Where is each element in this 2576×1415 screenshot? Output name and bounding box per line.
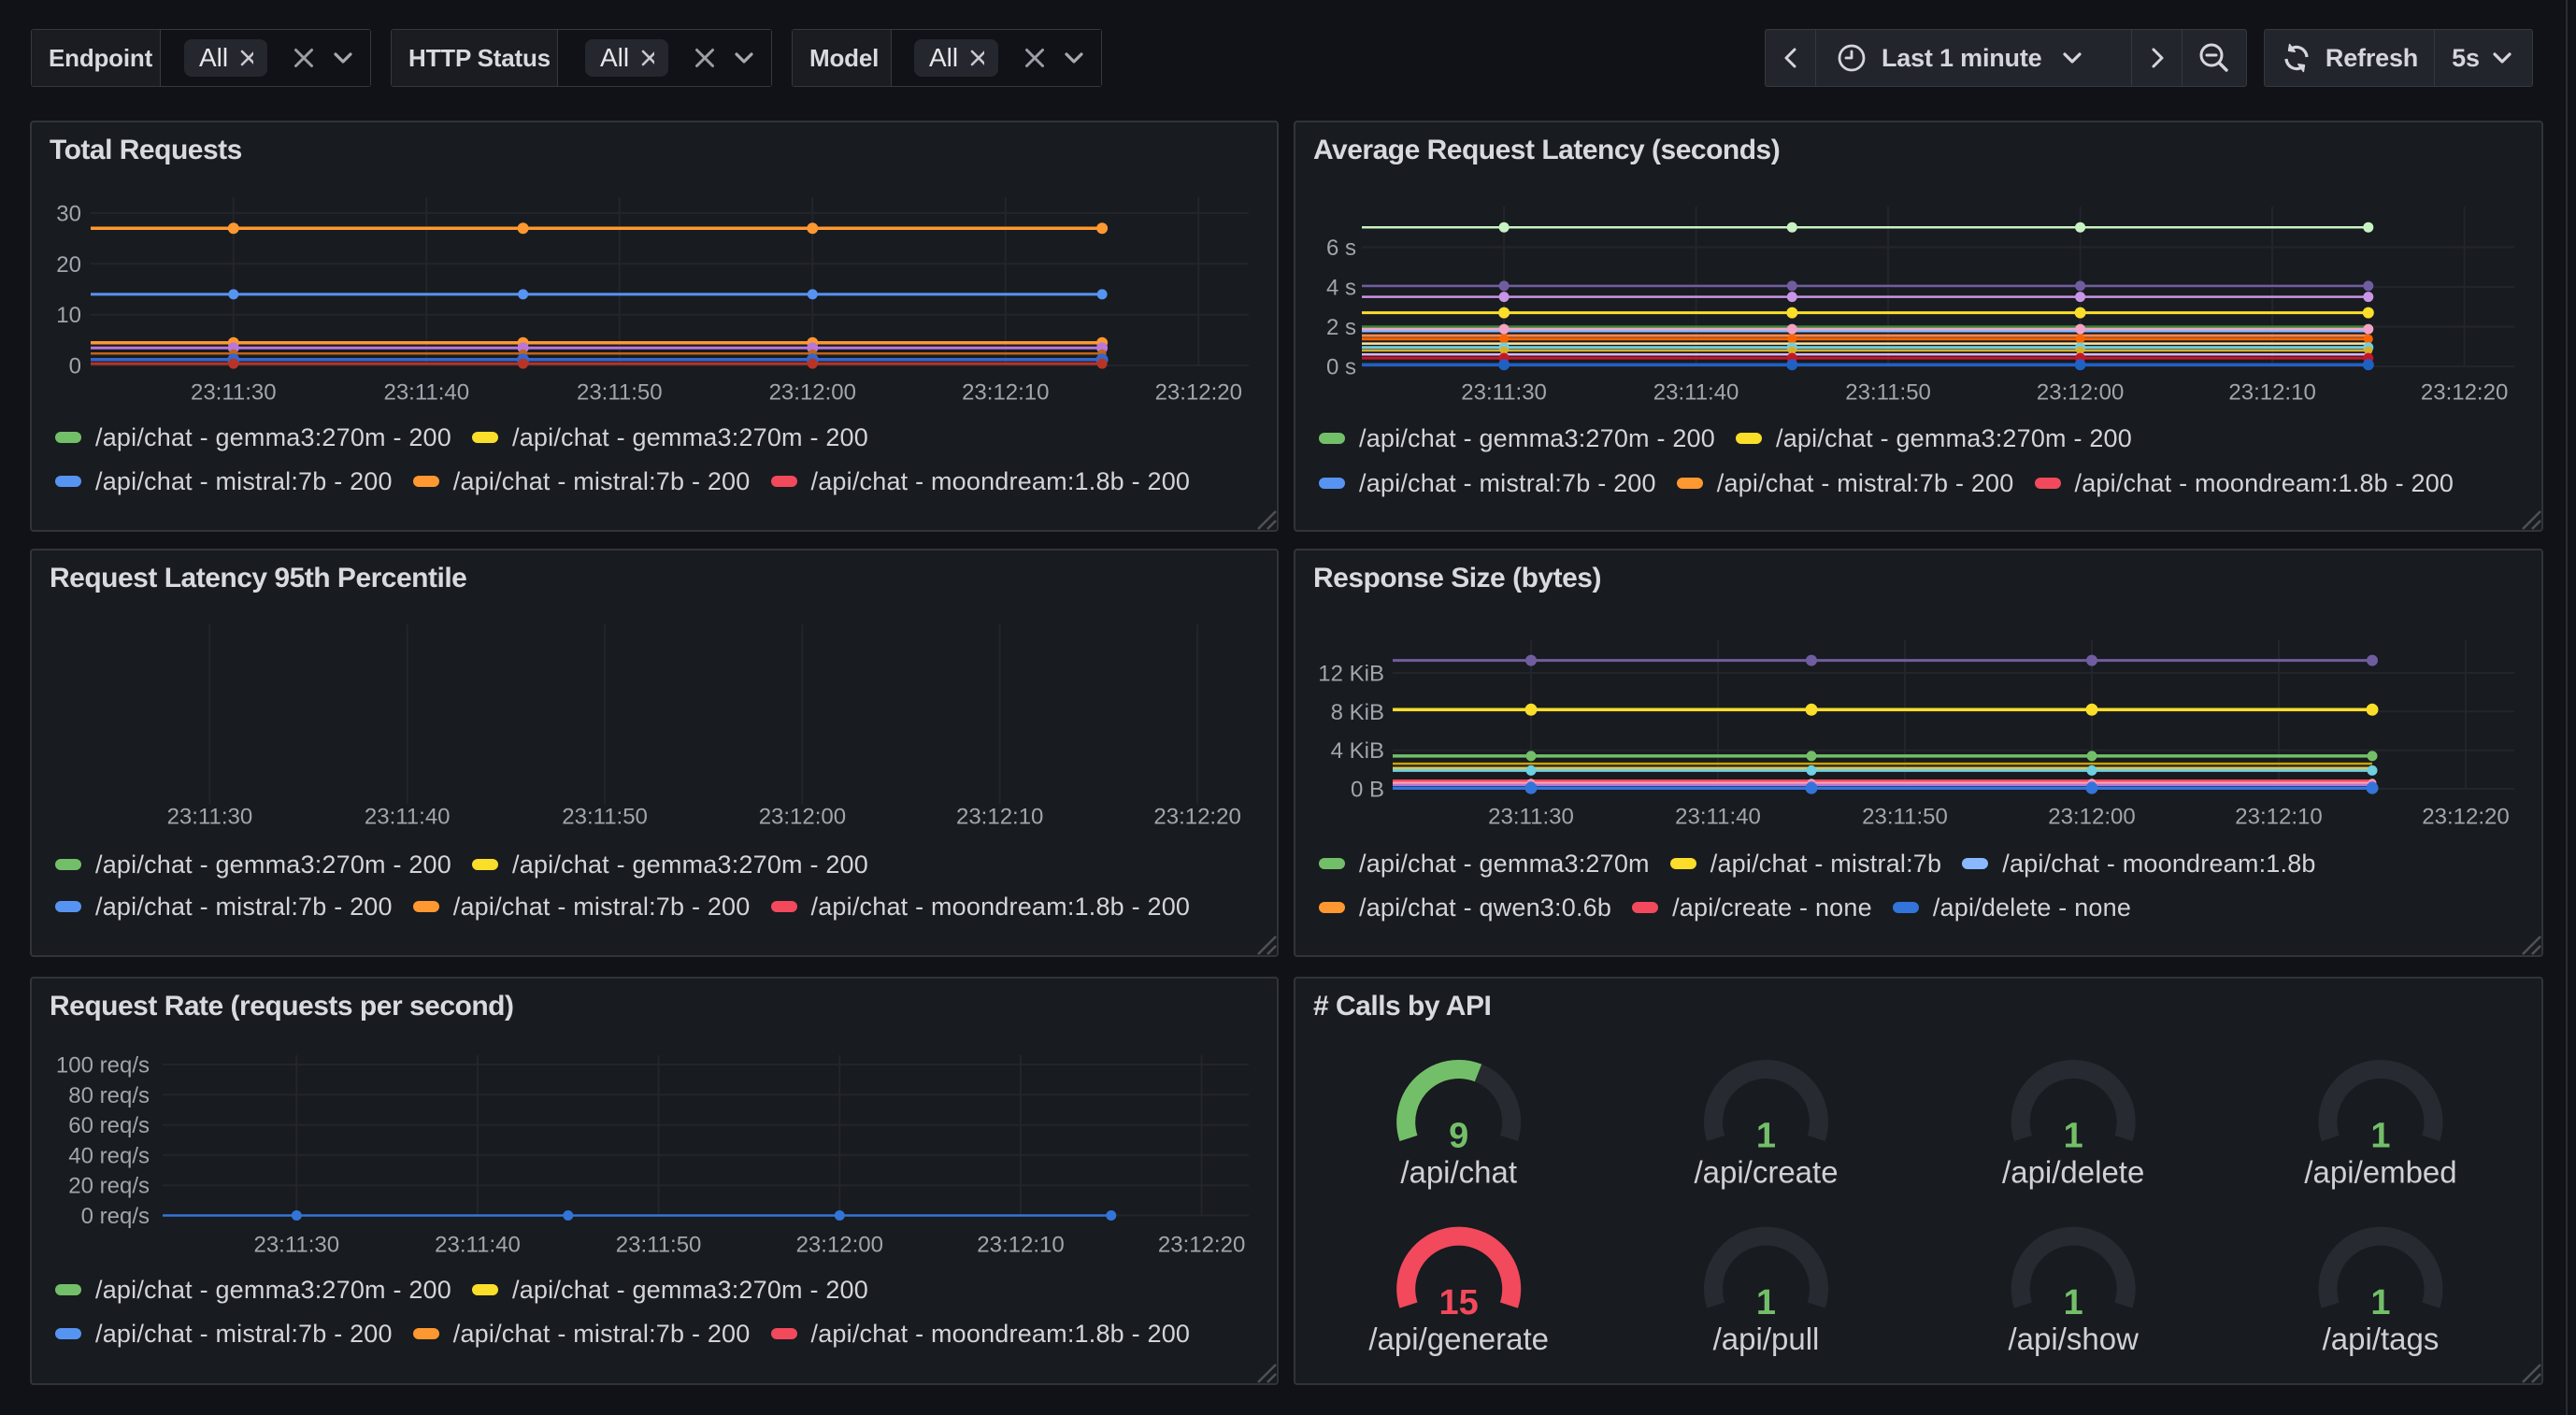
svg-text:23:11:40: 23:11:40 <box>435 1233 521 1258</box>
svg-text:23:12:00: 23:12:00 <box>2037 380 2124 406</box>
svg-text:23:12:20: 23:12:20 <box>2422 805 2509 830</box>
svg-text:23:12:10: 23:12:10 <box>2228 380 2315 406</box>
svg-text:23:12:20: 23:12:20 <box>2421 380 2508 406</box>
svg-text:23:11:30: 23:11:30 <box>191 380 277 406</box>
svg-text:80 req/s: 80 req/s <box>68 1083 150 1108</box>
svg-text:/api/delete: /api/delete <box>2002 1155 2144 1190</box>
svg-text:23:11:50: 23:11:50 <box>577 380 663 406</box>
svg-text:/api/generate: /api/generate <box>1368 1322 1549 1356</box>
svg-text:15: 15 <box>1439 1283 1479 1322</box>
svg-text:23:11:30: 23:11:30 <box>167 805 253 830</box>
svg-text:1: 1 <box>2064 1117 2083 1156</box>
svg-text:23:12:00: 23:12:00 <box>759 805 846 830</box>
svg-text:20: 20 <box>56 252 81 278</box>
svg-text:1: 1 <box>2370 1117 2390 1156</box>
svg-text:/api/tags: /api/tags <box>2323 1322 2440 1356</box>
svg-text:23:11:40: 23:11:40 <box>1675 805 1761 830</box>
svg-text:/api/pull: /api/pull <box>1713 1322 1820 1356</box>
svg-text:23:11:30: 23:11:30 <box>1488 805 1574 830</box>
svg-text:23:11:50: 23:11:50 <box>1845 380 1931 406</box>
svg-text:40 req/s: 40 req/s <box>68 1143 150 1168</box>
svg-text:0 req/s: 0 req/s <box>81 1204 150 1229</box>
svg-text:0 s: 0 s <box>1326 355 1356 380</box>
svg-text:6 s: 6 s <box>1326 236 1356 261</box>
svg-text:8 KiB: 8 KiB <box>1331 700 1384 725</box>
svg-text:10: 10 <box>56 303 81 328</box>
svg-text:/api/show: /api/show <box>2008 1322 2139 1356</box>
svg-text:23:11:30: 23:11:30 <box>1461 380 1547 406</box>
svg-text:23:11:50: 23:11:50 <box>1862 805 1948 830</box>
svg-text:0 B: 0 B <box>1351 778 1384 803</box>
svg-text:23:12:20: 23:12:20 <box>1155 380 1242 406</box>
svg-text:23:11:40: 23:11:40 <box>383 380 469 406</box>
svg-text:1: 1 <box>2370 1283 2390 1322</box>
svg-text:23:11:50: 23:11:50 <box>616 1233 702 1258</box>
svg-text:/api/chat: /api/chat <box>1400 1155 1517 1190</box>
svg-text:2 s: 2 s <box>1326 315 1356 340</box>
svg-text:9: 9 <box>1449 1117 1468 1156</box>
svg-text:23:12:20: 23:12:20 <box>1153 805 1240 830</box>
svg-text:30: 30 <box>56 202 81 227</box>
svg-text:23:11:40: 23:11:40 <box>365 805 451 830</box>
svg-text:/api/create: /api/create <box>1694 1155 1838 1190</box>
svg-text:23:12:00: 23:12:00 <box>769 380 856 406</box>
svg-text:23:12:10: 23:12:10 <box>962 380 1049 406</box>
svg-text:23:12:10: 23:12:10 <box>977 1233 1064 1258</box>
svg-text:23:11:40: 23:11:40 <box>1653 380 1739 406</box>
svg-text:1: 1 <box>1756 1283 1776 1322</box>
svg-text:12 KiB: 12 KiB <box>1318 662 1384 687</box>
svg-text:23:12:00: 23:12:00 <box>796 1233 883 1258</box>
svg-text:100 req/s: 100 req/s <box>56 1053 150 1079</box>
svg-text:4 KiB: 4 KiB <box>1331 738 1384 764</box>
svg-text:20 req/s: 20 req/s <box>68 1174 150 1199</box>
svg-text:23:12:10: 23:12:10 <box>2235 805 2322 830</box>
svg-text:23:12:20: 23:12:20 <box>1158 1233 1245 1258</box>
svg-text:23:11:30: 23:11:30 <box>253 1233 339 1258</box>
svg-text:1: 1 <box>2064 1283 2083 1322</box>
svg-text:23:11:50: 23:11:50 <box>562 805 648 830</box>
svg-text:0: 0 <box>69 354 81 379</box>
svg-text:/api/embed: /api/embed <box>2304 1155 2456 1190</box>
svg-text:23:12:00: 23:12:00 <box>2048 805 2135 830</box>
svg-text:23:12:10: 23:12:10 <box>956 805 1043 830</box>
svg-text:4 s: 4 s <box>1326 276 1356 301</box>
svg-text:60 req/s: 60 req/s <box>68 1113 150 1138</box>
svg-text:1: 1 <box>1756 1117 1776 1156</box>
